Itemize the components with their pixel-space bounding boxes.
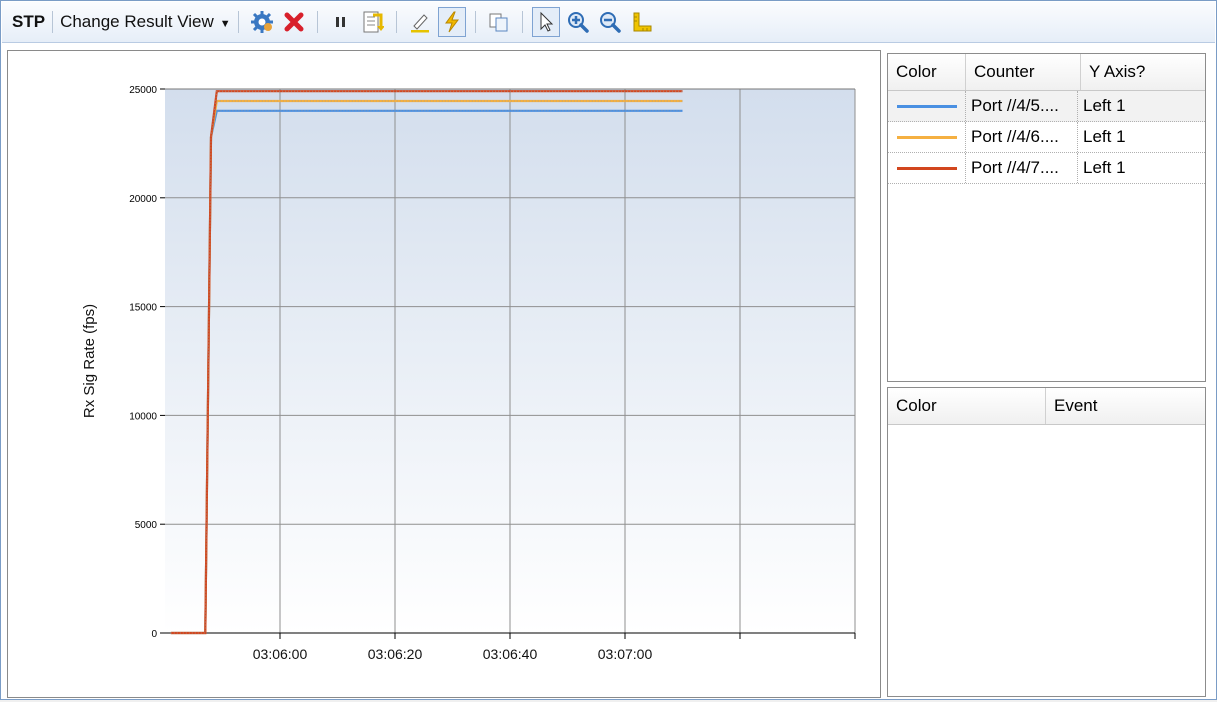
y-axis-cell: Left 1 [1083,158,1126,177]
toolbar-separator [237,11,239,33]
column-header-color[interactable]: Color [888,388,1046,424]
color-swatch [896,166,957,170]
change-result-view-label: Change Result View [60,12,214,31]
toolbar-separator [474,11,476,33]
toolbar: STP Change Result View ▼ [2,2,1215,43]
lightning-icon[interactable] [437,7,466,37]
column-header-y-axis[interactable]: Y Axis? [1081,54,1203,90]
counter-row[interactable]: Port //4/6.... Left 1 [888,122,1205,153]
chart-panel: 0 5000 10000 15000 20000 25000 03:06:00 03:06:2… [7,50,881,698]
ruler-icon[interactable] [628,7,656,37]
delete-icon[interactable] [280,7,308,37]
y-tick-label: 15000 [129,303,157,314]
highlight-pen-icon[interactable] [406,7,434,37]
toolbar-separator [316,11,318,33]
counter-row[interactable]: Port //4/5.... Left 1 [888,91,1205,122]
y-tick-label: 0 [151,629,157,640]
column-header-counter[interactable]: Counter [966,54,1081,90]
y-axis-cell: Left 1 [1083,96,1126,115]
gear-settings-icon[interactable] [248,7,276,37]
color-swatch [896,135,957,139]
column-header-color[interactable]: Color [888,54,966,90]
counter-cell: Port //4/5.... [966,91,1078,121]
x-tick-label: 03:06:00 [253,646,308,662]
color-cell [888,122,966,152]
result-view-window: STP Change Result View ▼ 0 5000 10000 15… [0,0,1217,700]
x-tick-label: 03:07:00 [598,646,653,662]
counters-table-body: Port //4/5.... Left 1 Port //4/6.... Left 1… [888,91,1205,184]
export-icon[interactable] [359,7,387,37]
pause-icon[interactable] [327,7,355,37]
column-header-event[interactable]: Event [1046,388,1203,424]
toolbar-separator [52,11,54,33]
toolbar-separator [395,11,397,33]
events-table: Color Event [887,387,1206,697]
zoom-in-icon[interactable] [564,7,592,37]
zoom-out-icon[interactable] [596,7,624,37]
toolbar-separator [521,11,523,33]
y-axis-cell: Left 1 [1083,127,1126,146]
counters-table: Color Counter Y Axis? Port //4/5.... Left… [887,53,1206,382]
change-result-view-dropdown[interactable]: Change Result View ▼ [60,12,231,32]
x-tick-label: 03:06:20 [368,646,423,662]
copy-icon[interactable] [485,7,513,37]
counter-cell: Port //4/6.... [966,122,1078,152]
y-tick-label: 5000 [135,520,158,531]
color-swatch [896,104,957,108]
color-cell [888,91,966,121]
y-axis-label: Rx Sig Rate (fps) [81,304,98,418]
line-chart: 0 5000 10000 15000 20000 25000 03:06:00 03:06:2… [81,85,856,662]
y-tick-label: 25000 [129,85,157,96]
y-tick-label: 20000 [129,194,157,205]
counter-row[interactable]: Port //4/7.... Left 1 [888,153,1205,184]
counter-cell: Port //4/7.... [966,153,1078,183]
events-table-header: Color Event [888,388,1205,425]
x-tick-label: 03:06:40 [483,646,538,662]
dropdown-caret-icon: ▼ [219,18,231,30]
color-cell [888,153,966,183]
view-title: STP [12,12,46,31]
y-tick-label: 10000 [129,411,157,422]
counters-table-header: Color Counter Y Axis? [888,54,1205,91]
pointer-icon[interactable] [531,7,560,37]
